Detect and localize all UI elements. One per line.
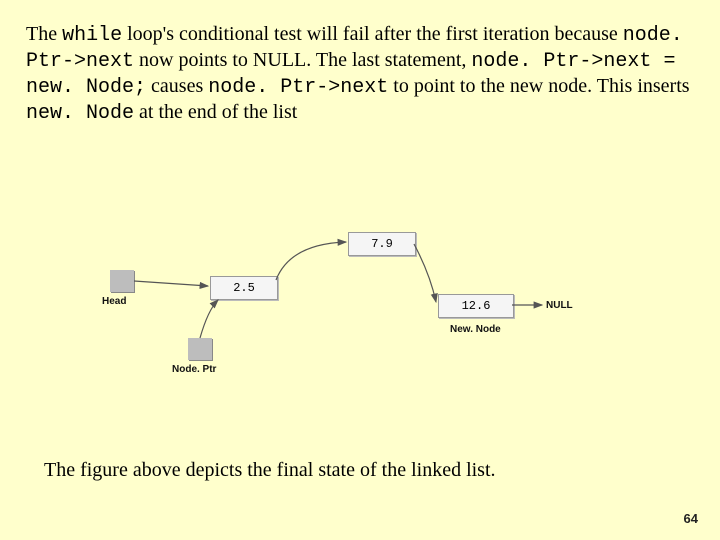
page-number: 64 (684, 511, 698, 526)
code-while: while (62, 24, 122, 47)
code-newnode: new. Node (26, 102, 134, 125)
main-paragraph: The while loop's conditional test will f… (0, 0, 720, 126)
nodeptr-pointer-box (188, 338, 212, 360)
node-7-9: 7.9 (348, 232, 416, 256)
text: to point to the new node. This inserts (388, 75, 689, 97)
text: at the end of the list (134, 101, 297, 123)
text: The (26, 23, 62, 45)
newnode-label: New. Node (450, 324, 501, 335)
nodeptr-label: Node. Ptr (172, 364, 216, 375)
text: now points to NULL. The last statement, (134, 49, 471, 71)
text: causes (146, 75, 208, 97)
linked-list-diagram: Head Node. Ptr 2.5 7.9 12.6 NULL New. No… (90, 230, 630, 410)
head-pointer-box (110, 270, 134, 292)
arrows (90, 230, 630, 410)
text: loop's conditional test will fail after … (122, 23, 623, 45)
head-label: Head (102, 296, 126, 307)
code-nodeptr-next-2: node. Ptr->next (208, 76, 388, 99)
node-12-6: 12.6 (438, 294, 514, 318)
node-2-5: 2.5 (210, 276, 278, 300)
figure-caption: The figure above depicts the final state… (44, 459, 496, 482)
null-label: NULL (546, 300, 573, 311)
